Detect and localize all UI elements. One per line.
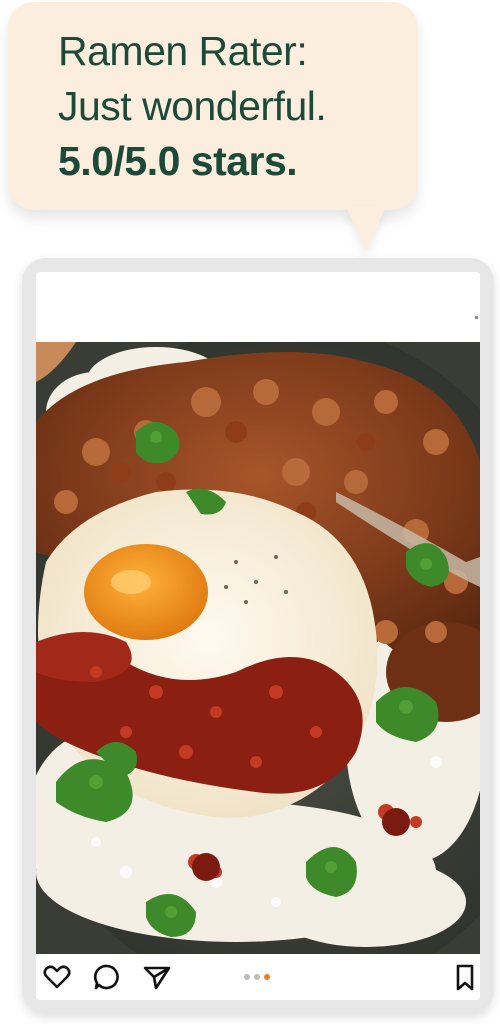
heart-icon[interactable] [42, 962, 72, 992]
review-text: Just wonderful. [58, 83, 327, 129]
rating-text: 5.0/5.0 stars. [58, 138, 298, 184]
post-actions [36, 954, 480, 1000]
phone-frame [22, 258, 494, 1014]
review-quote: Ramen Rater: Just wonderful. 5.0/5.0 sta… [58, 24, 327, 189]
food-illustration [36, 342, 480, 954]
carousel-indicator [244, 974, 270, 982]
bookmark-icon[interactable] [450, 962, 480, 992]
comment-icon[interactable] [92, 962, 122, 992]
carousel-dot [244, 974, 250, 980]
reviewer-name: Ramen Rater: [58, 28, 308, 74]
carousel-dot-active [264, 974, 270, 980]
speech-bubble-tail [346, 206, 386, 252]
header-mark [475, 316, 478, 319]
post-photo[interactable] [36, 342, 480, 954]
carousel-dot [254, 974, 260, 980]
phone-screen [36, 272, 480, 1000]
send-icon[interactable] [142, 962, 172, 992]
review-card: Ramen Rater: Just wonderful. 5.0/5.0 sta… [0, 0, 500, 1024]
post-header [36, 272, 480, 342]
speech-bubble: Ramen Rater: Just wonderful. 5.0/5.0 sta… [8, 2, 418, 210]
